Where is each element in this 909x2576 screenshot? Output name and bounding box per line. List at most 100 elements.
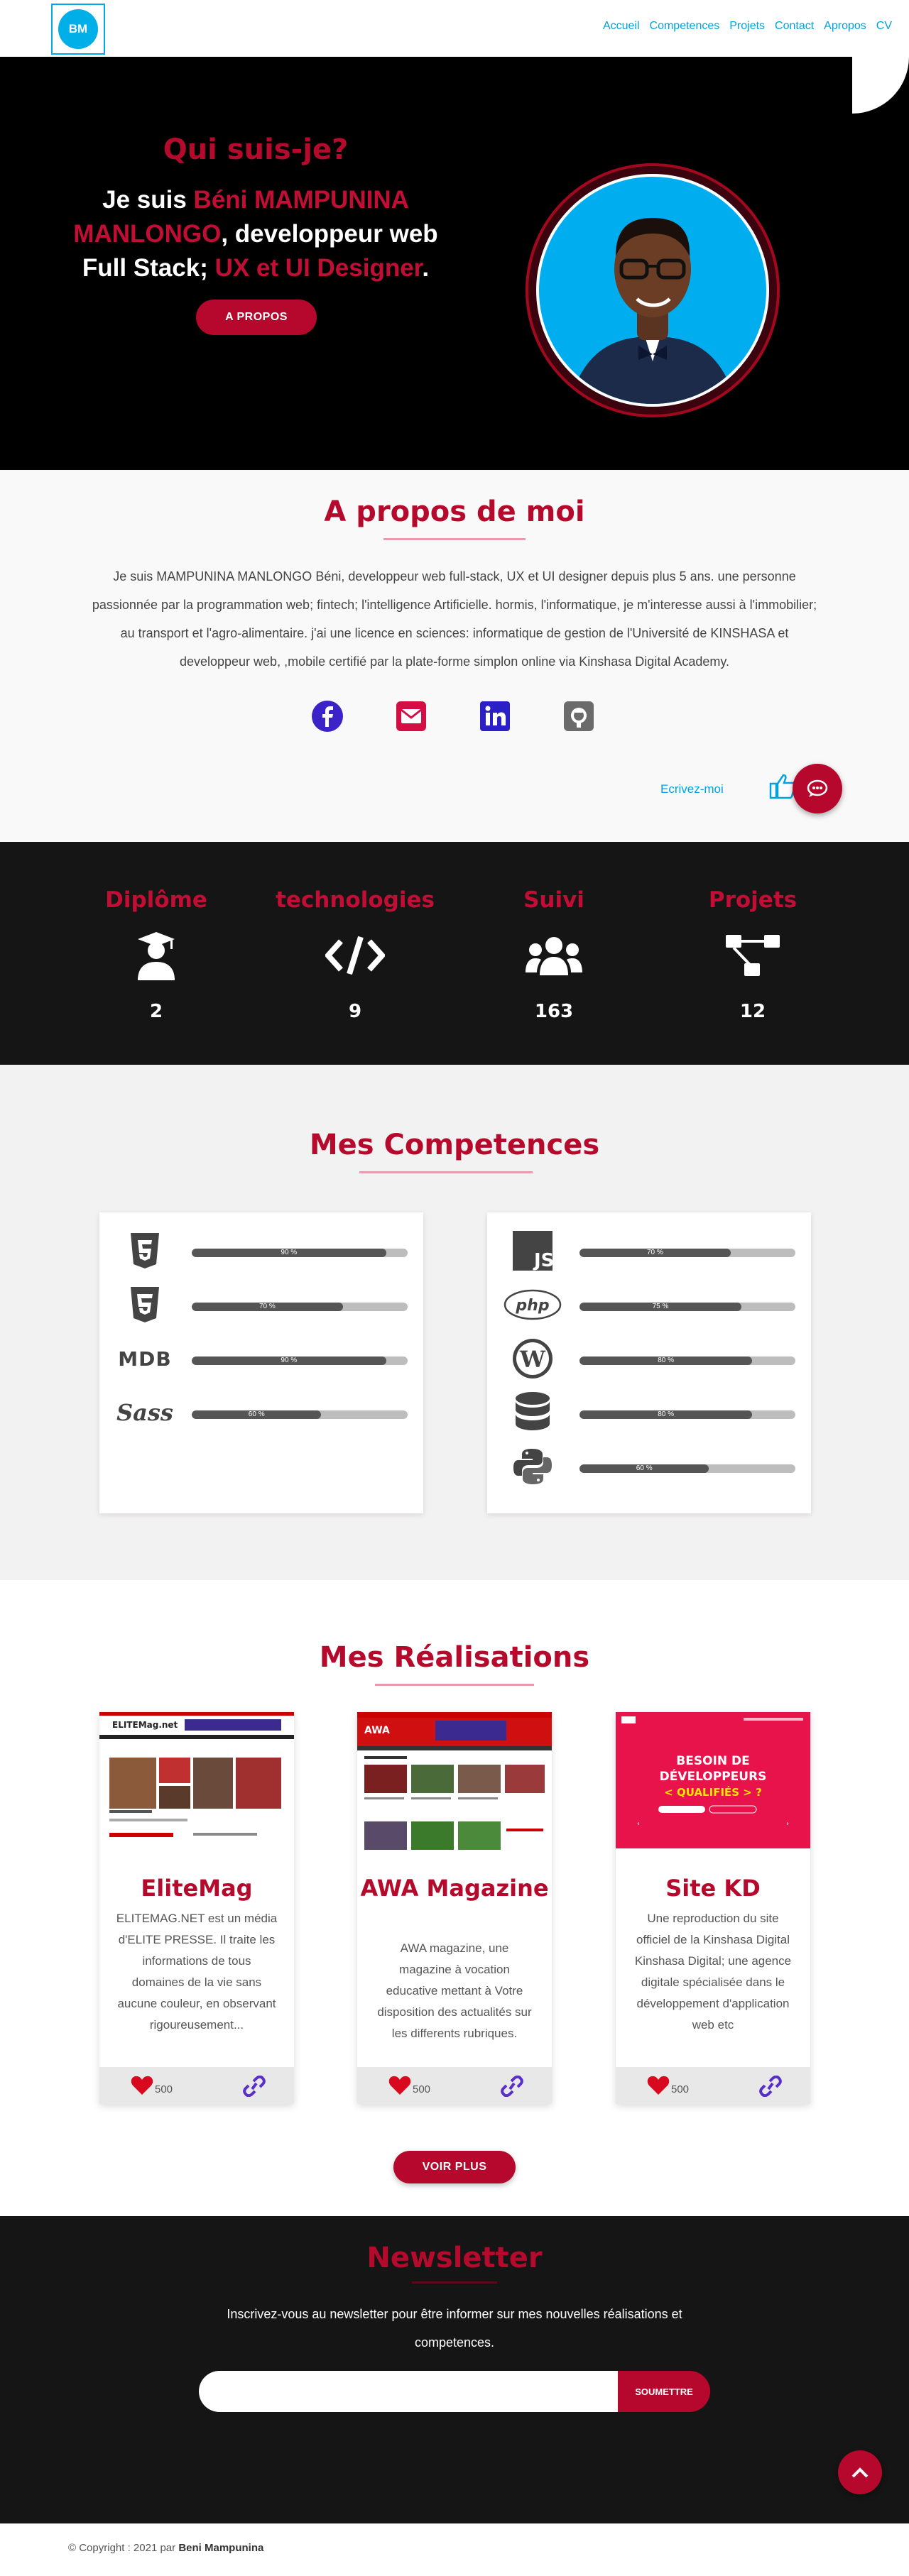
nav-apropos[interactable]: Apropos (824, 20, 866, 33)
about-section: A propos de moi Je suis MAMPUNINA MANLON… (0, 470, 909, 842)
title-underline (412, 2281, 497, 2284)
skill-bar-fill: 90 % (192, 1356, 386, 1365)
nav-cv[interactable]: CV (876, 20, 892, 33)
skill-bar-fill: 80 % (579, 1356, 753, 1365)
heart-icon[interactable] (388, 2076, 411, 2095)
title-underline (359, 1171, 533, 1173)
project-card-awa: AWA AWA Magazine AWA magazine, une magaz… (357, 1712, 552, 2104)
nav-accueil[interactable]: Accueil (603, 20, 640, 33)
skill-bar: 90 % (192, 1356, 408, 1365)
like-count: 500 (155, 2083, 173, 2095)
social-links (311, 700, 595, 733)
skill-bar-fill: 75 % (579, 1303, 741, 1311)
stat-technologies: technologies 9 (263, 887, 447, 1022)
scroll-top-button[interactable] (838, 2450, 882, 2494)
database-icon (501, 1391, 564, 1434)
code-icon (263, 927, 447, 984)
python-icon (501, 1445, 564, 1488)
graduate-icon (64, 927, 249, 984)
kd-banner-line: DÉVELOPPEURS (660, 1768, 767, 1784)
heart-icon[interactable] (647, 2076, 670, 2095)
stat-value: 2 (149, 1001, 163, 1022)
chat-icon (807, 779, 828, 797)
svg-text:W: W (519, 1346, 546, 1373)
skill-bar-fill: 90 % (192, 1249, 386, 1257)
skill-bar: 90 % (192, 1249, 408, 1257)
skill-bar: 70 % (192, 1303, 408, 1311)
html5-icon (114, 1229, 176, 1272)
skill-css3: 70 % (114, 1283, 409, 1326)
nav-projets[interactable]: Projets (729, 20, 765, 33)
likes: 500 (647, 2076, 689, 2095)
elitemag-logo-text: ELITEMag.net (112, 1720, 178, 1730)
chat-button[interactable] (793, 764, 842, 813)
project-title: EliteMag (141, 1875, 253, 1902)
project-screenshot[interactable]: BESOIN DE DÉVELOPPEURS < QUALIFIÉS > ? ‹… (616, 1712, 810, 1858)
php-icon: php (501, 1283, 564, 1326)
link-icon[interactable] (759, 2075, 782, 2100)
hero-intro: Je suis Béni MAMPUNINA MANLONGO, develop… (73, 186, 438, 282)
newsletter-section: Newsletter Inscrivez-vous au newsletter … (0, 2216, 909, 2523)
mdb-icon: MDB (118, 1347, 172, 1371)
skill-database: 80 % (501, 1391, 797, 1434)
project-card-kd: BESOIN DE DÉVELOPPEURS < QUALIFIÉS > ? ‹… (616, 1712, 810, 2104)
skill-bar-fill: 70 % (192, 1303, 343, 1311)
skills-card-backend: JS 70 % php 75 % W 80 % 80 % 60 % (487, 1212, 811, 1513)
stat-diplome: Diplôme 2 (64, 887, 249, 1022)
skill-js: JS 70 % (501, 1229, 797, 1272)
skill-bar-fill: 60 % (192, 1410, 322, 1419)
link-icon[interactable] (243, 2075, 266, 2100)
link-icon[interactable] (501, 2075, 523, 2100)
logo[interactable]: BM (51, 4, 105, 55)
project-desc: ELITEMAG.NET est un média d'ELITE PRESSE… (116, 1912, 278, 2032)
submit-button[interactable]: SOUMETTRE (618, 2371, 710, 2412)
hero-role: UX et UI Designer (214, 254, 423, 282)
skill-bar: 80 % (579, 1356, 795, 1365)
newsletter-text: Inscrivez-vous au newsletter pour être i… (227, 2307, 682, 2350)
voir-plus-button[interactable]: VOIR PLUS (393, 2151, 516, 2183)
project-footer: 500 (99, 2067, 294, 2104)
wordpress-icon: W (501, 1337, 564, 1380)
stat-suivi: Suivi 163 (462, 887, 646, 1022)
skill-bar: 70 % (579, 1249, 795, 1257)
project-title: AWA Magazine (360, 1875, 549, 1902)
linkedin-icon[interactable] (479, 700, 511, 733)
apropos-button[interactable]: A PROPOS (196, 300, 317, 335)
stat-label: Diplôme (105, 887, 207, 913)
project-desc: Une reproduction du site officiel de la … (634, 1912, 792, 2032)
skill-sass: Sass 60 % (114, 1391, 409, 1434)
kd-banner-line: BESOIN DE (676, 1754, 749, 1768)
project-diagram-icon (660, 927, 845, 984)
skill-python: 60 % (501, 1445, 797, 1488)
email-icon[interactable] (395, 700, 428, 733)
title-underline (383, 538, 526, 540)
skill-php: php 75 % (501, 1283, 797, 1326)
projects-section: Mes Réalisations ELITEMag.net EliteMag E… (0, 1580, 909, 2216)
nav-competences[interactable]: Competences (650, 20, 720, 33)
sass-icon: Sass (116, 1399, 173, 1426)
project-title: Site KD (665, 1875, 761, 1902)
likes: 500 (131, 2076, 173, 2095)
likes: 500 (388, 2076, 430, 2095)
project-screenshot[interactable]: ELITEMag.net (99, 1712, 294, 1858)
js-icon: JS (501, 1229, 564, 1272)
skill-bar-fill: 60 % (579, 1464, 709, 1473)
facebook-icon[interactable] (311, 700, 344, 733)
chevron-up-icon (851, 2467, 869, 2478)
about-title: A propos de moi (324, 495, 585, 528)
about-text: Je suis MAMPUNINA MANLONGO Béni, develop… (92, 569, 817, 669)
nav-contact[interactable]: Contact (775, 20, 814, 33)
project-screenshot[interactable]: AWA (357, 1712, 552, 1858)
like-count: 500 (671, 2083, 690, 2095)
svg-text:‹: ‹ (637, 1820, 640, 1828)
like-count: 500 (413, 2083, 431, 2095)
portrait-frame (526, 163, 780, 417)
svg-text:›: › (786, 1820, 789, 1828)
heart-icon[interactable] (131, 2076, 153, 2095)
write-me-link[interactable]: Ecrivez-moi (660, 782, 724, 796)
github-icon[interactable] (562, 700, 595, 733)
newsletter-email-input[interactable] (199, 2371, 618, 2412)
skill-bar-fill: 80 % (579, 1410, 753, 1419)
copyright: © Copyright : 2021 par Beni Mampunina (68, 2542, 264, 2554)
stat-label: Suivi (523, 887, 584, 913)
